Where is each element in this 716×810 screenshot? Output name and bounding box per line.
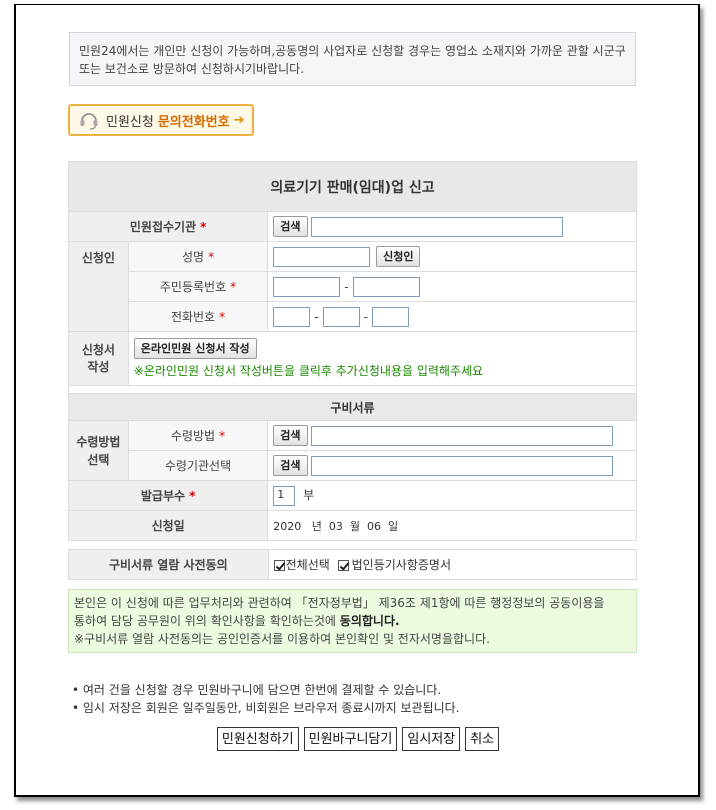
date-year-unit: 년 <box>311 519 322 533</box>
receive-method-input[interactable] <box>311 425 614 446</box>
add-to-basket-button[interactable]: 민원바구니담기 <box>303 727 398 751</box>
copies-label-cell: 발급부수 * <box>67 480 269 511</box>
phone-cell: -- <box>267 301 637 332</box>
spacer <box>68 385 637 394</box>
consent-line2: 통하여 담당 공무원이 위의 확인사항을 확인하는것에 <box>74 614 340 628</box>
cancel-button[interactable]: 취소 <box>465 727 500 751</box>
name-cell: 신청인 <box>267 241 637 272</box>
phone-button-label: 민원신청 <box>106 114 154 130</box>
rrn-cell: - <box>267 271 637 302</box>
name-label: 성명 <box>181 250 205 264</box>
name-label-cell: 성명 * <box>127 241 269 272</box>
receive-method-label-cell: 수령방법 * <box>127 420 269 451</box>
receive-agency-input[interactable] <box>311 455 614 476</box>
phone-label: 전화번호 <box>170 310 216 324</box>
phone-button-highlight: 문의전화번호 <box>157 114 230 130</box>
doc1-label: 법인등기사항증명서 <box>351 558 452 572</box>
application-label-line1: 신청서 <box>81 342 115 357</box>
receive-label-cell: 수령방법 선택 <box>68 420 129 481</box>
info-bullets: • 여러 건을 신청할 경우 민원바구니에 담으면 한번에 결제할 수 있습니다… <box>72 681 459 717</box>
application-label-line2: 작성 <box>87 359 110 374</box>
date-day-unit: 일 <box>388 519 399 533</box>
rrn-front-input[interactable] <box>273 276 341 297</box>
required-mark: * <box>219 310 226 324</box>
agency-cell: 검색 <box>267 211 637 242</box>
required-mark: * <box>200 220 207 234</box>
phone-part1-input[interactable] <box>273 306 311 327</box>
copies-cell: 1 부 <box>267 480 637 511</box>
date-year: 2020 <box>273 519 302 533</box>
date-day: 06 <box>367 519 381 533</box>
rrn-back-input[interactable] <box>352 276 420 297</box>
application-label-cell: 신청서 작성 <box>68 331 129 386</box>
date-cell: 2020 년 03 월 06 일 <box>267 510 637 541</box>
agreement-cell: 전체선택 법인등기사항증명서 <box>267 549 638 580</box>
select-all-label: 전체선택 <box>285 558 330 572</box>
required-mark: * <box>219 429 226 443</box>
consent-line3: ※구비서류 열람 사전동의는 공인인증서를 이용하여 본인확인 및 전자서명을합… <box>74 632 490 646</box>
form-title: 의료기기 판매(임대)업 신고 <box>68 161 637 212</box>
applicant-label: 신청인 <box>68 241 129 332</box>
copies-label: 발급부수 <box>140 489 186 503</box>
doc1-checkbox[interactable] <box>337 560 349 571</box>
application-form: 의료기기 판매(임대)업 신고 민원접수기관 * 검색 신청인 성명 * 신청인 주… <box>67 161 638 541</box>
application-cell: 온라인민원 신청서 작성 ※온라인민원 신청서 작성버튼을 클릭후 추가신청내용… <box>127 331 638 386</box>
agreement-label: 구비서류 열람 사전동의 <box>68 549 269 580</box>
apply-button[interactable]: 민원신청하기 <box>216 727 299 751</box>
receive-agency-search-button[interactable]: 검색 <box>273 455 308 476</box>
receive-agency-cell: 검색 <box>267 450 637 481</box>
agency-label-cell: 민원접수기관 * <box>67 211 269 242</box>
rrn-label: 주민등록번호 <box>159 280 227 294</box>
phone-part2-input[interactable] <box>322 306 360 327</box>
phone-label-cell: 전화번호 * <box>127 301 269 332</box>
rrn-separator: - <box>344 279 349 294</box>
name-input[interactable] <box>273 246 371 267</box>
agency-input[interactable] <box>311 216 564 237</box>
receive-method-label: 수령방법 <box>170 429 216 443</box>
date-label: 신청일 <box>67 510 269 541</box>
date-month-unit: 월 <box>349 519 360 533</box>
inquiry-phone-button[interactable]: 민원신청 문의전화번호 ➔ <box>68 104 254 136</box>
action-bar: 민원신청하기 민원바구니담기 임시저장 취소 <box>0 727 716 751</box>
agency-label: 민원접수기관 <box>129 220 197 234</box>
copies-input[interactable]: 1 <box>273 485 296 506</box>
documents-title: 구비서류 <box>68 393 637 421</box>
applicant-button[interactable]: 신청인 <box>376 246 421 267</box>
receive-method-cell: 검색 <box>267 420 637 451</box>
bullet-item: • 여러 건을 신청할 경우 민원바구니에 담으면 한번에 결제할 수 있습니다… <box>72 683 442 697</box>
receive-label-line1: 수령방법 <box>76 434 121 449</box>
agency-search-button[interactable]: 검색 <box>273 216 308 237</box>
receive-agency-label: 수령기관선택 <box>127 450 269 481</box>
application-hint: ※온라인민원 신청서 작성버튼을 클릭후 추가신청내용을 입력해주세요 <box>133 364 484 378</box>
headset-icon <box>78 109 100 131</box>
required-mark: * <box>208 250 215 264</box>
arrow-right-icon: ➔ <box>233 112 245 128</box>
required-mark: * <box>230 280 237 294</box>
phone-part3-input[interactable] <box>371 306 409 327</box>
phone-separator-2: - <box>363 309 368 324</box>
consent-agree-text: 동의합니다. <box>339 614 400 628</box>
select-all-checkbox[interactable] <box>273 560 285 571</box>
receive-method-search-button[interactable]: 검색 <box>273 425 308 446</box>
phone-separator-1: - <box>314 309 319 324</box>
date-month: 03 <box>328 519 343 533</box>
consent-line1: 본인은 이 신청에 따른 업무처리와 관련하여 「전자정부법」 제36조 제1항… <box>74 596 605 610</box>
receive-label-line2: 선택 <box>87 452 110 467</box>
agreement-table: 구비서류 열람 사전동의 전체선택 법인등기사항증명서 <box>68 549 638 580</box>
required-mark: * <box>189 489 196 503</box>
rrn-label-cell: 주민등록번호 * <box>127 271 269 302</box>
copies-unit: 부 <box>303 488 315 502</box>
temp-save-button[interactable]: 임시저장 <box>402 727 461 751</box>
bullet-item: • 임시 저장은 회원은 일주일동안, 비회원은 브라우저 종료시까지 보관됩니… <box>72 701 460 715</box>
notice-box: 민원24에서는 개인만 신청이 가능하며,공동명의 사업자로 신청할 경우는 영… <box>69 32 636 86</box>
write-application-button[interactable]: 온라인민원 신청서 작성 <box>133 338 257 359</box>
consent-box: 본인은 이 신청에 따른 업무처리와 관련하여 「전자정부법」 제36조 제1항… <box>68 589 637 653</box>
